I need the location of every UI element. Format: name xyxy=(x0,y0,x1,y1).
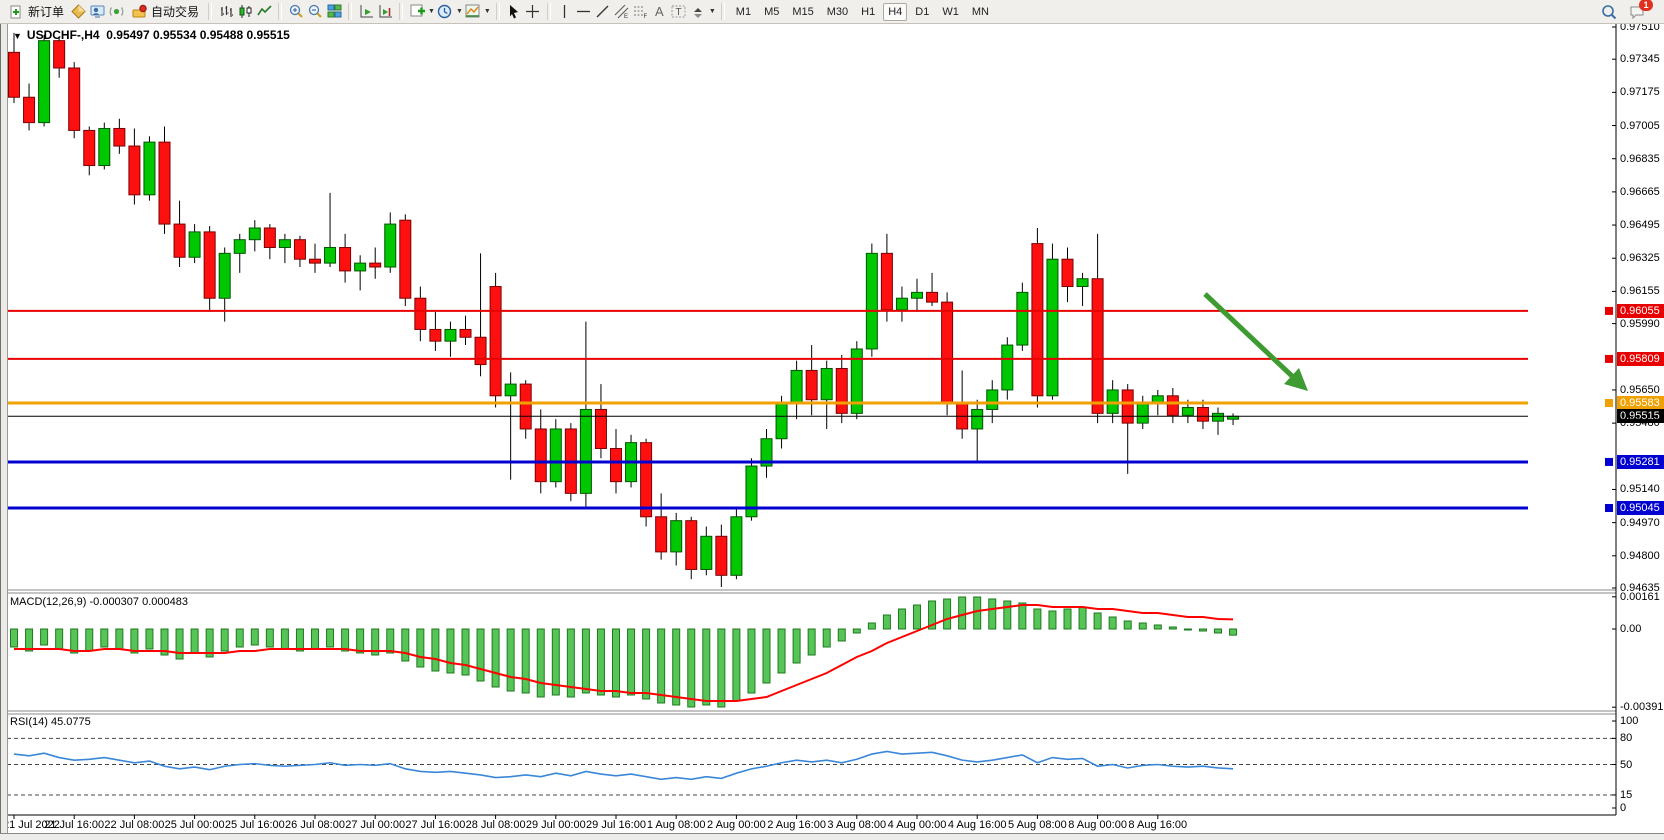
chat-icon[interactable]: 1 xyxy=(1629,3,1647,20)
macd-signal-value: 0.000483 xyxy=(142,596,188,608)
toolbar-separator xyxy=(348,3,352,20)
toolbar-separator xyxy=(496,3,500,20)
timeframe-m15-button[interactable]: M15 xyxy=(787,3,818,21)
svg-text:A: A xyxy=(655,4,664,19)
chart-bars-icon[interactable] xyxy=(217,3,235,20)
search-icon[interactable] xyxy=(1600,3,1618,20)
new-order-icon xyxy=(7,3,25,20)
mt4-application-window: 新订单 自动交易 xyxy=(0,0,1664,840)
tile-windows-icon[interactable] xyxy=(325,3,343,20)
price-high: 0.95534 xyxy=(153,28,196,42)
chart-canvas[interactable] xyxy=(0,0,1664,840)
signal-icon[interactable] xyxy=(107,3,125,20)
indicators-dropdown-caret[interactable]: ▼ xyxy=(428,8,435,15)
toolbar-separator xyxy=(208,3,212,20)
auto-scroll-icon[interactable] xyxy=(357,3,375,20)
timeframe-m5-button[interactable]: M5 xyxy=(759,3,784,21)
timeframe-h1-button[interactable]: H1 xyxy=(856,3,880,21)
timeframe-d1-button[interactable]: D1 xyxy=(910,3,934,21)
window-left-border xyxy=(0,24,8,834)
horizontal-line-icon[interactable] xyxy=(575,3,593,20)
periods-icon[interactable] xyxy=(436,3,454,20)
trend-arrow-annotation[interactable] xyxy=(1205,294,1292,376)
toolbar-separator xyxy=(547,3,551,20)
auto-trading-icon xyxy=(130,3,148,20)
zoom-out-icon[interactable] xyxy=(306,3,324,20)
macd-value: -0.000307 xyxy=(89,596,139,608)
cursor-icon[interactable] xyxy=(505,3,523,20)
price-low: 0.95488 xyxy=(200,28,243,42)
rsi-indicator-label: RSI(14) 45.0775 xyxy=(10,716,91,728)
auto-trading-button[interactable]: 自动交易 xyxy=(126,2,203,22)
rsi-value: 45.0775 xyxy=(51,716,91,728)
templates-icon[interactable] xyxy=(464,3,482,20)
chart-shift-icon[interactable] xyxy=(376,3,394,20)
text-label-icon[interactable]: T xyxy=(670,3,688,20)
auto-trading-label: 自动交易 xyxy=(151,3,199,20)
arrows-icon[interactable] xyxy=(689,3,707,20)
chart-menu-caret-icon[interactable]: ▼ xyxy=(13,31,22,41)
vertical-line-icon[interactable] xyxy=(556,3,574,20)
trendline-icon[interactable] xyxy=(594,3,612,20)
toolbar-separator xyxy=(721,3,725,20)
chart-line-icon[interactable] xyxy=(255,3,273,20)
svg-text:E: E xyxy=(624,14,628,20)
user-monitor-icon[interactable] xyxy=(88,3,106,20)
arrows-dropdown-caret[interactable]: ▼ xyxy=(709,8,716,15)
diamond-icon[interactable] xyxy=(69,3,87,20)
new-order-button[interactable]: 新订单 xyxy=(3,2,68,22)
price-open: 0.95497 xyxy=(106,28,149,42)
notification-badge: 1 xyxy=(1639,0,1653,11)
main-toolbar: 新订单 自动交易 xyxy=(0,0,1664,24)
svg-text:T: T xyxy=(676,7,682,18)
new-order-label: 新订单 xyxy=(28,3,64,20)
timeframe-mn-button[interactable]: MN xyxy=(967,3,994,21)
templates-dropdown-caret[interactable]: ▼ xyxy=(484,8,491,15)
chart-symbol: USDCHF-,H4 xyxy=(27,28,100,42)
crosshair-icon[interactable] xyxy=(524,3,542,20)
chart-candles-icon[interactable] xyxy=(236,3,254,20)
toolbar-separator xyxy=(278,3,282,20)
timeframe-m1-button[interactable]: M1 xyxy=(731,3,756,21)
zoom-in-icon[interactable] xyxy=(287,3,305,20)
svg-text:F: F xyxy=(644,14,648,20)
toolbar-separator xyxy=(399,3,403,20)
text-icon[interactable]: A xyxy=(651,3,669,20)
timeframe-m30-button[interactable]: M30 xyxy=(822,3,853,21)
macd-indicator-label: MACD(12,26,9) -0.000307 0.000483 xyxy=(10,596,188,608)
timeframe-w1-button[interactable]: W1 xyxy=(937,3,964,21)
timeframe-h4-button[interactable]: H4 xyxy=(883,3,907,21)
chart-title-ohlc: ▼ USDCHF-,H4 0.95497 0.95534 0.95488 0.95… xyxy=(13,28,290,42)
periods-dropdown-caret[interactable]: ▼ xyxy=(456,8,463,15)
equidistant-channel-icon[interactable]: E xyxy=(613,3,631,20)
fibonacci-icon[interactable]: F xyxy=(632,3,650,20)
window-bottom-border xyxy=(0,833,1664,840)
price-close: 0.95515 xyxy=(246,28,289,42)
indicators-icon[interactable] xyxy=(408,3,426,20)
